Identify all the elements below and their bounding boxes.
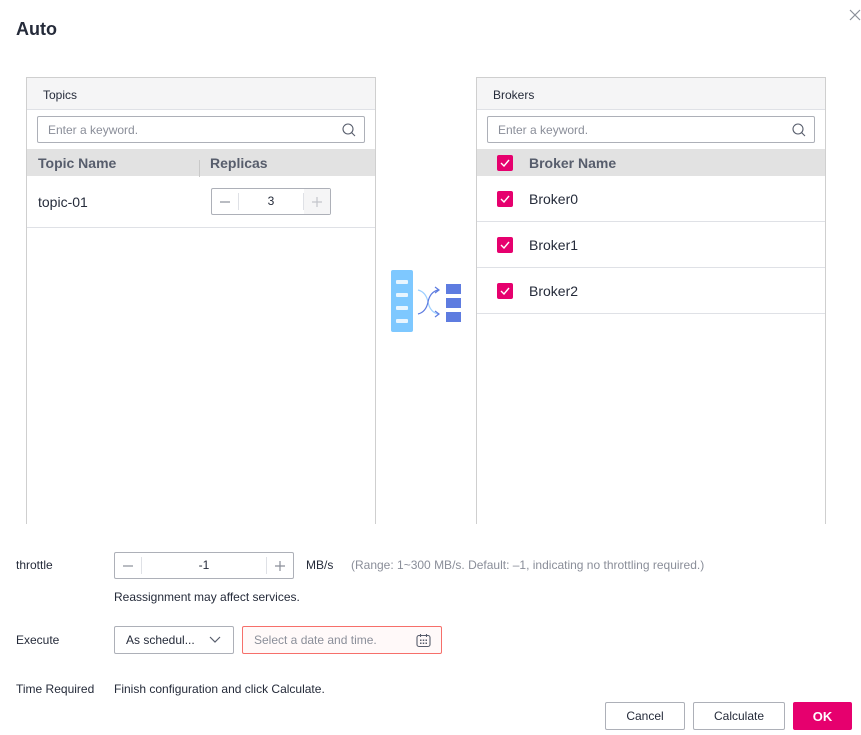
replicas-value[interactable]: 3 xyxy=(238,193,304,210)
throttle-unit: MB/s xyxy=(306,558,334,572)
brokers-search[interactable] xyxy=(487,116,815,143)
brokers-panel: Brokers Broker Name Broker0 Broker1 xyxy=(476,77,826,524)
calendar-icon[interactable] xyxy=(416,633,431,648)
table-row[interactable]: Broker2 xyxy=(477,268,825,314)
minus-icon xyxy=(123,564,133,567)
topic-name-cell: topic-01 xyxy=(38,193,88,210)
reassignment-note: Reassignment may affect services. xyxy=(114,590,300,604)
time-required-label: Time Required xyxy=(16,682,95,696)
check-icon xyxy=(500,241,510,249)
date-time-input[interactable] xyxy=(243,633,403,647)
broker-name: Broker1 xyxy=(529,236,579,253)
search-icon[interactable] xyxy=(342,123,356,137)
calculate-button[interactable]: Calculate xyxy=(693,702,785,730)
cancel-button[interactable]: Cancel xyxy=(605,702,685,730)
broker-name: Broker2 xyxy=(529,282,579,299)
throttle-stepper[interactable]: -1 xyxy=(114,552,294,579)
replicas-stepper[interactable]: 3 xyxy=(211,188,331,215)
check-icon xyxy=(500,159,510,167)
throttle-hint: (Range: 1~300 MB/s. Default: –1, indicat… xyxy=(351,558,705,572)
column-replicas: Replicas xyxy=(210,154,268,171)
table-row[interactable]: Broker1 xyxy=(477,222,825,268)
topics-panel: Topics Topic Name Replicas topic-01 3 xyxy=(26,77,376,524)
plus-icon xyxy=(275,560,285,571)
execute-select[interactable]: As schedul... xyxy=(114,626,234,654)
decrement-button[interactable] xyxy=(115,553,141,578)
time-required-value: Finish configuration and click Calculate… xyxy=(114,682,325,696)
throttle-label: throttle xyxy=(16,558,53,572)
close-icon[interactable] xyxy=(848,8,861,22)
brokers-search-input[interactable] xyxy=(488,117,814,142)
execute-selected-value: As schedul... xyxy=(126,633,195,647)
transfer-icon xyxy=(391,270,461,332)
broker-checkbox[interactable] xyxy=(497,282,513,299)
topics-search[interactable] xyxy=(37,116,365,143)
column-broker-name: Broker Name xyxy=(529,154,617,171)
table-row: topic-01 3 xyxy=(27,176,375,228)
select-all-checkbox[interactable] xyxy=(497,154,513,171)
check-icon xyxy=(500,287,510,295)
topics-table-header: Topic Name Replicas xyxy=(27,149,375,177)
broker-checkbox[interactable] xyxy=(497,236,513,253)
increment-button[interactable] xyxy=(267,553,293,578)
execute-label: Execute xyxy=(16,633,60,647)
broker-name: Broker0 xyxy=(529,190,579,207)
topics-search-input[interactable] xyxy=(38,117,364,142)
check-icon xyxy=(500,195,510,203)
topics-panel-title: Topics xyxy=(27,78,375,110)
ok-button[interactable]: OK xyxy=(793,702,852,730)
increment-button[interactable] xyxy=(304,189,330,214)
plus-icon xyxy=(312,196,322,207)
minus-icon xyxy=(220,200,230,203)
brokers-panel-title: Brokers xyxy=(477,78,825,110)
brokers-table-header: Broker Name xyxy=(477,149,825,176)
chevron-down-icon xyxy=(209,636,221,643)
table-row[interactable]: Broker0 xyxy=(477,176,825,222)
column-topic-name: Topic Name xyxy=(27,155,200,177)
date-time-picker[interactable] xyxy=(242,626,442,654)
throttle-value[interactable]: -1 xyxy=(141,557,267,574)
broker-checkbox[interactable] xyxy=(497,190,513,207)
dialog-title: Auto xyxy=(16,19,57,39)
decrement-button[interactable] xyxy=(212,189,238,214)
search-icon[interactable] xyxy=(792,123,806,137)
